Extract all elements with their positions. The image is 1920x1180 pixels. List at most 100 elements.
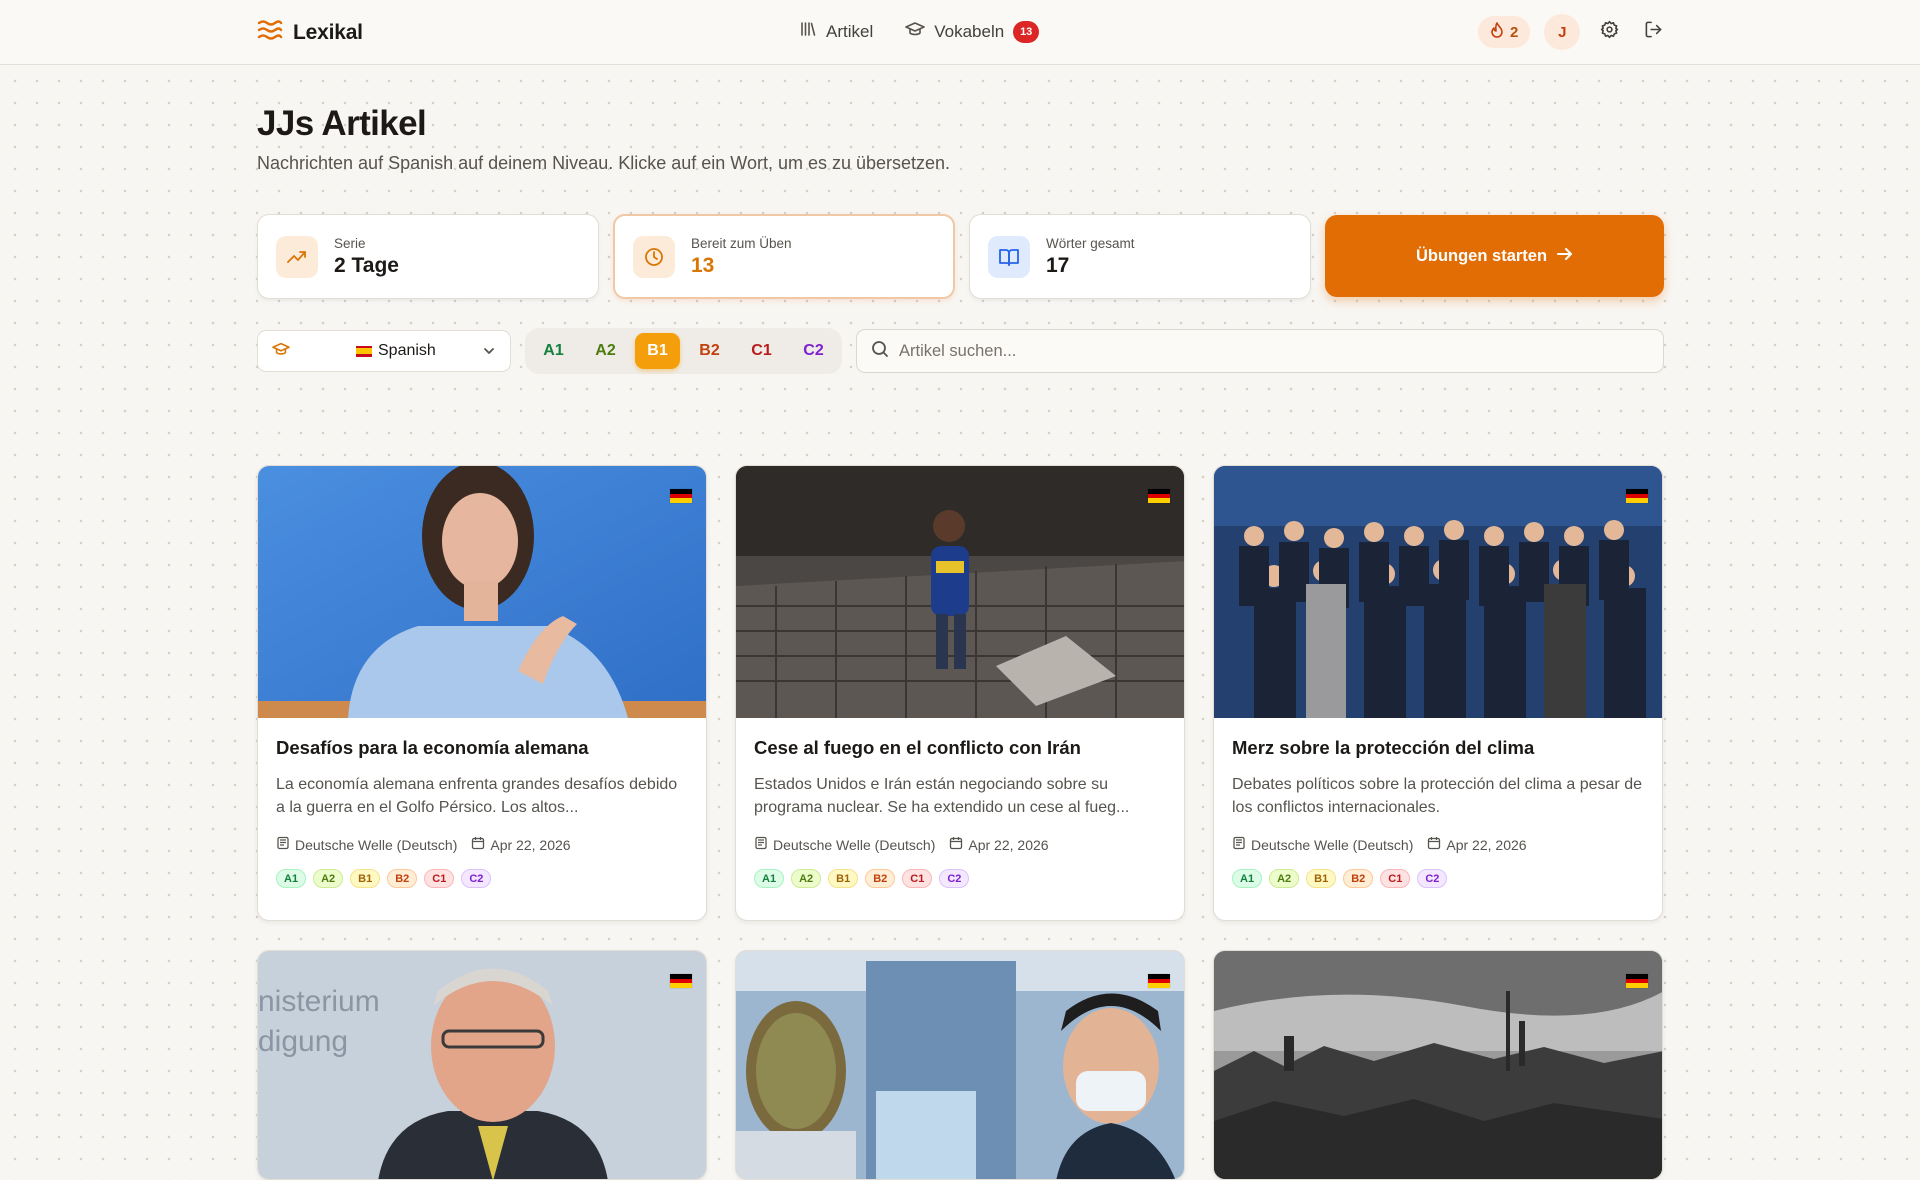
article-grid: Desafíos para la economía alemana La eco… <box>257 465 1663 1180</box>
article-excerpt: La economía alemana enfrenta grandes des… <box>276 776 678 816</box>
calendar-icon <box>1427 836 1441 853</box>
level-tag: A1 <box>1232 869 1263 888</box>
graduation-cap-icon <box>272 341 290 362</box>
article-image: nisterium digung <box>258 951 706 1179</box>
level-tag: A2 <box>791 869 822 888</box>
article-card[interactable] <box>1213 950 1663 1180</box>
de-flag-icon <box>670 489 692 504</box>
de-flag-icon <box>1148 974 1170 989</box>
article-image <box>736 466 1184 718</box>
level-tag: B2 <box>1343 869 1374 888</box>
article-title: Cese al fuego en el conflicto con Irán <box>754 737 1081 758</box>
article-card[interactable]: nisterium digung <box>257 950 707 1180</box>
brand-logo[interactable]: Lexikal <box>257 19 363 46</box>
article-image <box>736 951 1184 1179</box>
level-tag: A2 <box>313 869 344 888</box>
search-icon <box>871 340 889 363</box>
vocabulary-count-badge: 13 <box>1013 20 1040 43</box>
article-source: Deutsche Welle (Deutsch) <box>773 836 936 853</box>
flame-icon <box>1490 22 1504 42</box>
article-card[interactable]: Cese al fuego en el conflicto con Irán E… <box>735 465 1185 921</box>
de-flag-icon <box>1626 489 1648 504</box>
level-c1-button[interactable]: C1 <box>739 333 784 369</box>
stat-label-streak: Serie <box>334 235 366 251</box>
newspaper-icon <box>754 836 768 853</box>
level-tag: B2 <box>387 869 418 888</box>
stat-label-total-words: Wörter gesamt <box>1046 235 1135 251</box>
page-subtitle: Nachrichten auf Spanish auf deinem Nivea… <box>257 153 951 173</box>
level-filter: A1 A2 B1 B2 C1 C2 <box>525 328 842 374</box>
avatar[interactable]: J <box>1544 14 1581 50</box>
level-tag: A1 <box>276 869 307 888</box>
article-image <box>1214 466 1662 718</box>
top-bar: Lexikal Artikel Vokabeln 13 2 J <box>0 0 1920 65</box>
article-card[interactable] <box>735 950 1185 1180</box>
level-tag: B2 <box>865 869 896 888</box>
nav-vocabulary[interactable]: Vokabeln 13 <box>905 20 1040 43</box>
de-flag-icon <box>670 974 692 989</box>
streak-pill[interactable]: 2 <box>1478 16 1531 48</box>
logout-button[interactable] <box>1638 17 1668 47</box>
stat-label-ready: Bereit zum Üben <box>691 235 792 251</box>
calendar-icon <box>949 836 963 853</box>
level-a1-button[interactable]: A1 <box>531 333 576 369</box>
article-image <box>258 466 706 718</box>
level-b2-button[interactable]: B2 <box>687 333 732 369</box>
search-box <box>856 329 1664 373</box>
article-date: Apr 22, 2026 <box>1446 836 1527 853</box>
article-title: Desafíos para la economía alemana <box>276 737 589 758</box>
page-title: JJs Artikel <box>257 104 427 143</box>
level-tags: A1 A2 B1 B2 C1 C2 <box>1232 869 1644 888</box>
language-select[interactable]: Spanish <box>257 330 511 372</box>
level-b1-button[interactable]: B1 <box>635 333 680 369</box>
calendar-icon <box>471 836 485 853</box>
level-tag: B1 <box>1306 869 1337 888</box>
waves-icon <box>257 19 283 46</box>
main-nav: Artikel Vokabeln 13 <box>799 20 1040 43</box>
start-exercises-label: Übungen starten <box>1415 246 1548 265</box>
level-tag: A2 <box>1269 869 1300 888</box>
image-text: nisterium <box>258 985 380 1018</box>
start-exercises-button[interactable]: Übungen starten <box>1325 215 1664 297</box>
level-tags: A1 A2 B1 B2 C1 C2 <box>276 869 688 888</box>
chevron-down-icon <box>482 344 496 363</box>
stat-value-ready: 13 <box>691 253 715 277</box>
stat-card-total-words: Wörter gesamt 17 <box>969 214 1311 299</box>
trending-up-icon <box>276 235 318 278</box>
article-excerpt: Debates políticos sobre la protección de… <box>1232 776 1642 816</box>
library-icon <box>799 20 817 43</box>
de-flag-icon <box>1148 489 1170 504</box>
level-tag: C2 <box>461 869 492 888</box>
article-card[interactable]: Desafíos para la economía alemana La eco… <box>257 465 707 921</box>
log-out-icon <box>1644 20 1663 44</box>
search-input[interactable] <box>899 341 1649 361</box>
arrow-right-icon <box>1557 247 1573 266</box>
stats-row: Serie 2 Tage Bereit zum Üben 13 Wörter g… <box>257 214 1664 299</box>
nav-articles[interactable]: Artikel <box>799 20 873 43</box>
user-area: 2 J <box>1478 14 1668 50</box>
level-tags: A1 A2 B1 B2 C1 C2 <box>754 869 1166 888</box>
level-tag: A1 <box>754 869 785 888</box>
article-date: Apr 22, 2026 <box>490 836 571 853</box>
level-tag: C2 <box>939 869 970 888</box>
article-card[interactable]: Merz sobre la protección del clima Debat… <box>1213 465 1663 921</box>
stat-value-total-words: 17 <box>1046 253 1070 277</box>
filter-row: Spanish A1 A2 B1 B2 C1 C2 <box>257 328 1664 374</box>
image-text: digung <box>258 1025 348 1058</box>
level-tag: C1 <box>424 869 455 888</box>
newspaper-icon <box>1232 836 1246 853</box>
book-open-icon <box>988 235 1030 278</box>
article-source: Deutsche Welle (Deutsch) <box>1251 836 1414 853</box>
streak-count: 2 <box>1510 23 1519 41</box>
clock-icon <box>633 235 675 278</box>
article-image <box>1214 951 1662 1179</box>
settings-button[interactable] <box>1594 17 1624 47</box>
level-tag: C1 <box>902 869 933 888</box>
article-date: Apr 22, 2026 <box>968 836 1049 853</box>
level-tag: C2 <box>1417 869 1448 888</box>
nav-articles-label: Artikel <box>826 21 874 41</box>
level-c2-button[interactable]: C2 <box>791 333 836 369</box>
stat-card-ready[interactable]: Bereit zum Üben 13 <box>613 214 955 299</box>
spain-flag-icon <box>356 345 372 357</box>
level-a2-button[interactable]: A2 <box>583 333 628 369</box>
